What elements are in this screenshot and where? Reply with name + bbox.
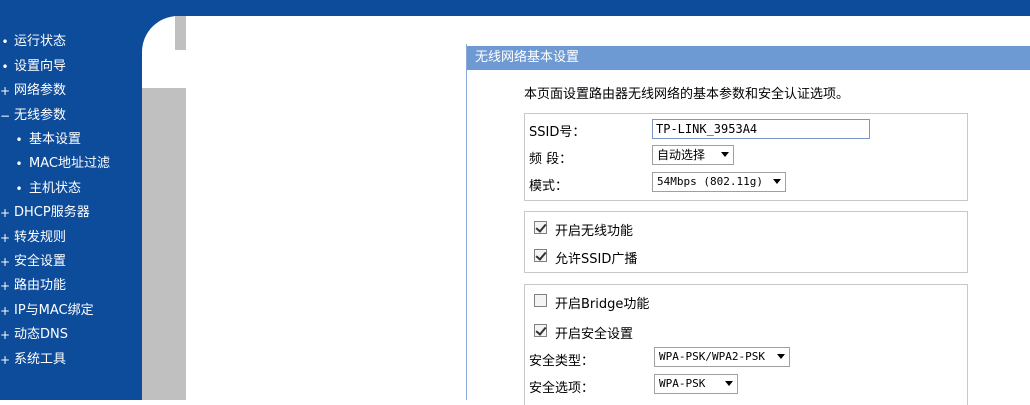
ssid-broadcast-checkbox[interactable]: [534, 249, 547, 262]
sidebar-bullet-icon: •: [1, 60, 9, 74]
sidebar-bullet-icon: •: [15, 157, 23, 171]
security-option-label: 安全选项：: [529, 381, 595, 396]
checkmark-icon: [535, 249, 547, 261]
ssid-label: SSID号：: [529, 125, 586, 140]
sidebar-item-label: 运行状态: [14, 34, 67, 49]
sidebar-bullet-icon: +: [0, 231, 11, 245]
mode-select-value: 54Mbps (802.11g): [657, 175, 763, 188]
sidebar-bullet-icon: +: [0, 84, 11, 98]
sidebar-bullet-icon: +: [0, 279, 11, 293]
enable-wireless-label: 开启无线功能: [555, 224, 634, 239]
sidebar-bullet-icon: +: [0, 304, 11, 318]
chevron-down-icon: [721, 152, 729, 157]
sidebar-item-forwarding[interactable]: + 转发规则: [0, 227, 142, 249]
sidebar-bullet-icon: •: [15, 182, 23, 196]
security-enable-checkbox[interactable]: [534, 324, 547, 337]
sidebar-item-label: IP与MAC绑定: [14, 303, 94, 318]
chevron-down-icon: [725, 381, 733, 386]
security-type-select[interactable]: WPA-PSK/WPA2-PSK: [654, 347, 790, 367]
sidebar-item-label: 设置向导: [14, 59, 67, 74]
sidebar-item-label: MAC地址过滤: [29, 156, 110, 171]
security-option-value: WPA-PSK: [659, 377, 706, 390]
mode-label: 模式：: [529, 179, 569, 194]
checkmark-icon: [535, 324, 547, 336]
security-option-select[interactable]: WPA-PSK: [654, 374, 738, 394]
sidebar-bullet-icon: +: [0, 353, 11, 367]
sidebar-item-label: 路由功能: [14, 278, 67, 293]
sidebar-item-network[interactable]: + 网络参数: [0, 80, 142, 102]
top-banner: [0, 0, 1030, 16]
band-select-value: 自动选择: [657, 148, 706, 162]
sidebar-item-label: 基本设置: [29, 132, 82, 147]
sidebar-item-wireless[interactable]: − 无线参数: [0, 105, 142, 127]
sidebar-item-label: 主机状态: [29, 181, 82, 196]
sidebar-item-ddns[interactable]: + 动态DNS: [0, 324, 142, 346]
sidebar-item-routing[interactable]: + 路由功能: [0, 275, 142, 297]
band-label: 频 段：: [529, 152, 573, 167]
panel-header: 无线网络基本设置: [467, 46, 1030, 70]
panel-title: 无线网络基本设置: [475, 50, 580, 65]
security-type-value: WPA-PSK/WPA2-PSK: [659, 350, 765, 363]
sidebar-bullet-icon: •: [1, 35, 9, 49]
sidebar-item-label: 转发规则: [14, 230, 67, 245]
bridge-checkbox[interactable]: [534, 294, 547, 307]
sidebar-item-host-status[interactable]: • 主机状态: [0, 178, 142, 200]
sidebar-item-label: 安全设置: [14, 254, 67, 269]
sidebar-item-wireless-basic[interactable]: • 基本设置: [0, 129, 142, 151]
sidebar-item-label: 动态DNS: [14, 327, 68, 342]
security-type-label: 安全类型：: [529, 354, 595, 369]
chevron-down-icon: [773, 179, 781, 184]
sidebar-item-label: 系统工具: [14, 352, 67, 367]
sidebar-item-security[interactable]: + 安全设置: [0, 251, 142, 273]
separator-strip: [175, 16, 186, 50]
sidebar-bullet-icon: +: [0, 255, 11, 269]
enable-wireless-checkbox[interactable]: [534, 221, 547, 234]
sidebar-item-mac-filter[interactable]: • MAC地址过滤: [0, 153, 142, 175]
sidebar-item-system-tools[interactable]: + 系统工具: [0, 349, 142, 371]
chevron-down-icon: [777, 354, 785, 359]
security-enable-label: 开启安全设置: [555, 327, 634, 342]
sidebar-item-ip-mac-binding[interactable]: + IP与MAC绑定: [0, 300, 142, 322]
sidebar-item-dhcp[interactable]: + DHCP服务器: [0, 202, 142, 224]
sidebar-bullet-icon: •: [15, 133, 23, 147]
sidebar-bullet-icon: +: [0, 328, 11, 342]
sidebar-bullet-icon: +: [0, 206, 11, 220]
mode-select[interactable]: 54Mbps (802.11g): [652, 172, 786, 192]
bridge-label: 开启Bridge功能: [555, 297, 650, 312]
checkmark-icon: [535, 221, 547, 233]
band-select[interactable]: 自动选择: [652, 145, 734, 165]
panel-description: 本页面设置路由器无线网络的基本参数和安全认证选项。: [524, 87, 850, 102]
sidebar-item-label: 无线参数: [14, 108, 67, 123]
sidebar-item-status[interactable]: • 运行状态: [0, 31, 142, 53]
ssid-broadcast-label: 允许SSID广播: [555, 252, 638, 267]
sidebar-bullet-icon: −: [0, 109, 11, 123]
ssid-input[interactable]: TP-LINK_3953A4: [652, 119, 870, 139]
sidebar-item-label: DHCP服务器: [14, 205, 90, 220]
sidebar-item-label: 网络参数: [14, 83, 67, 98]
sidebar-item-wizard[interactable]: • 设置向导: [0, 56, 142, 78]
